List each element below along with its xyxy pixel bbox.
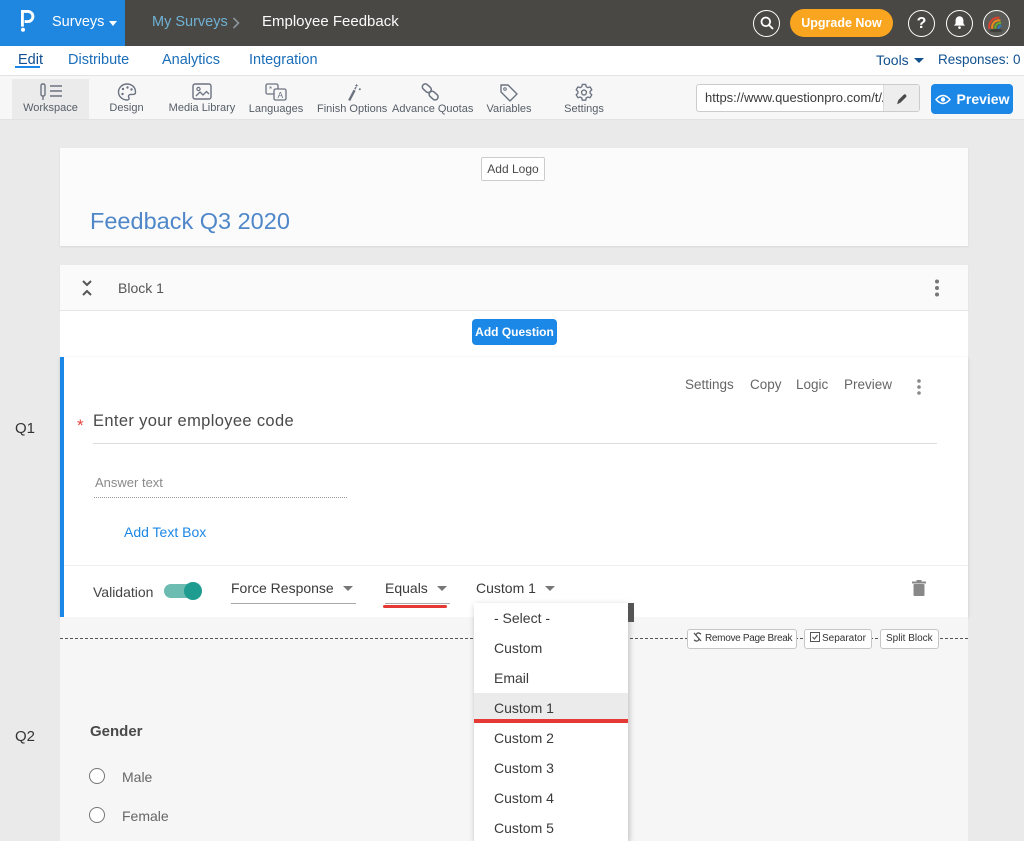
svg-text:A: A [278, 90, 284, 100]
svg-text:*: * [269, 85, 272, 94]
